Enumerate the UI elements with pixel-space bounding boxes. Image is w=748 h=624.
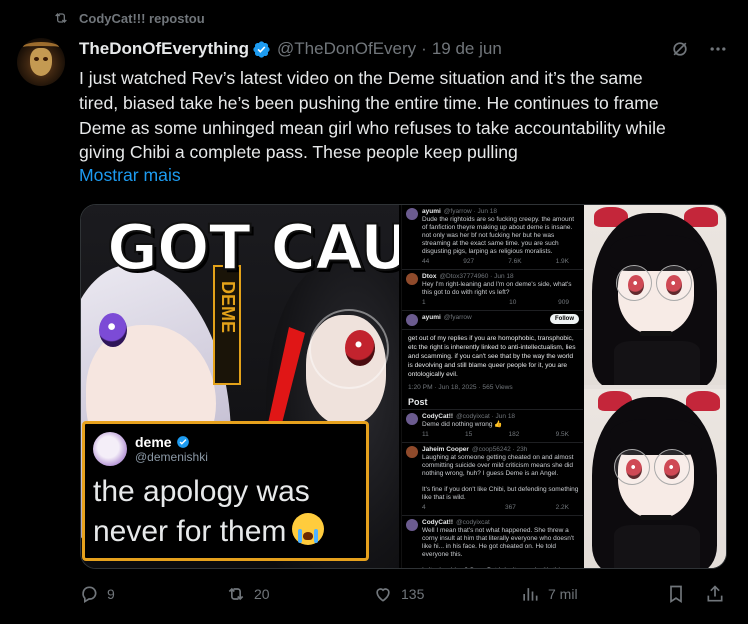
views-icon	[523, 588, 538, 601]
share-icon	[707, 585, 723, 602]
media-image-middle[interactable]: ayumi @fyarrow · Jun 18 Dude the rightoids…	[401, 205, 583, 568]
media-image-left[interactable]: DEME GOT CAUG deme @demenishki the apolo…	[81, 205, 399, 568]
screenshot-author: ayumi	[422, 314, 441, 321]
tweet-header: TheDonOfEverything @TheDonOfEvery · 19 d…	[79, 39, 728, 59]
repost-button[interactable]: 20	[226, 584, 270, 604]
quoted-avatar	[93, 432, 127, 466]
screenshot-action-count: 909	[558, 299, 569, 306]
tweet-date[interactable]: 19 de jun	[432, 39, 502, 59]
quoted-text: the apology was never for them	[93, 475, 310, 548]
screenshot-tweet: ayumi @fyarrow · Jun 18 Dude the rightoids…	[402, 205, 583, 270]
screenshot-action-count: 1	[422, 299, 426, 306]
thumbnail-headline: GOT CAUG	[106, 210, 399, 285]
screenshot-action-count: 927	[463, 258, 475, 265]
follow-button: Follow	[550, 314, 579, 324]
separator: ·	[421, 39, 427, 58]
screenshot-avatar	[406, 273, 418, 285]
screenshot-action-count: 44	[422, 258, 430, 265]
character-portrait-bottom	[584, 389, 726, 568]
show-more-link[interactable]: Mostrar mais	[79, 165, 181, 186]
screenshot-author: CodyCat!!	[422, 519, 454, 526]
crying-emoji-icon	[292, 513, 325, 545]
screenshot-action-count: 182	[508, 431, 520, 438]
screenshot-action-count: 10	[509, 299, 517, 306]
screenshot-author: Dtox	[422, 273, 437, 280]
screenshot-action-count: 2.2K	[555, 504, 569, 511]
screenshot-action-count: 15	[465, 431, 473, 438]
repost-indicator[interactable]: CodyCat!!! repostou	[53, 10, 205, 26]
share-button[interactable]	[705, 584, 725, 604]
screenshot-action-count: 367	[505, 504, 516, 511]
reply-count: 9	[107, 586, 115, 602]
more-icon[interactable]	[708, 39, 728, 59]
screenshot-text: Well I mean that's not what happened. Sh…	[422, 527, 574, 568]
screenshot-meta: @Dtox37774960 · Jun 18	[439, 273, 514, 280]
quoted-handle: @demenishki	[135, 450, 208, 464]
tweet-media[interactable]: DEME GOT CAUG deme @demenishki the apolo…	[80, 204, 727, 569]
quoted-post-card: deme @demenishki the apology was never f…	[82, 421, 369, 561]
reply-button[interactable]: 9	[79, 584, 115, 604]
like-count: 135	[401, 586, 425, 602]
screenshot-text: Hey I'm right-leaning and I'm on deme's …	[422, 281, 572, 296]
bookmark-icon	[670, 585, 682, 604]
screenshot-action-count: 1.9K	[555, 258, 569, 265]
screenshot-meta: @fyarrow · Jun 18	[443, 208, 497, 215]
author-name[interactable]: TheDonOfEverything	[79, 39, 249, 59]
screenshot-author: Jaheim Cooper	[422, 446, 469, 453]
screenshot-avatar	[406, 519, 418, 531]
bookmark-button[interactable]	[666, 584, 686, 604]
screenshot-avatar	[406, 446, 418, 458]
screenshot-action-count: 7.6K	[508, 258, 522, 265]
screenshot-tweet: CodyCat!! @codyixcat · Jun 18 Deme did not…	[402, 410, 583, 443]
tweet-text: I just watched Rev’s latest video on the…	[79, 68, 666, 163]
like-button[interactable]: 135	[373, 584, 424, 604]
screenshot-action-count: 11	[422, 431, 429, 438]
screenshot-meta: @fyarrow	[443, 314, 472, 321]
screenshot-meta: @codyixcat	[456, 519, 490, 526]
verified-badge-icon	[176, 436, 189, 448]
character-portrait-top	[584, 205, 726, 385]
repost-icon	[55, 13, 67, 23]
screenshot-avatar	[406, 208, 418, 220]
repost-icon	[228, 587, 244, 601]
screenshot-author: CodyCat!!	[422, 413, 454, 420]
screenshot-author: ayumi	[422, 208, 441, 215]
author-handle[interactable]: @TheDonOfEvery	[277, 39, 416, 59]
quoted-name: deme	[135, 434, 172, 450]
screenshot-tweet: Jaheim Cooper @coop56242 · 23h Laughing at…	[402, 443, 583, 516]
screenshot-avatar	[406, 314, 418, 326]
screenshot-text: Laughing at someone getting cheated on a…	[422, 454, 579, 501]
repost-text: CodyCat!!! repostou	[79, 10, 205, 26]
views-button[interactable]: 7 mil	[520, 584, 578, 604]
reply-icon	[82, 586, 97, 603]
screenshot-avatar	[406, 413, 418, 425]
screenshot-meta: @codyixcat · Jun 18	[456, 413, 516, 420]
screenshot-tweet: CodyCat!! @codyixcat Well I mean that's no…	[402, 516, 583, 568]
screenshot-text: Deme did nothing wrong 👍	[422, 421, 503, 428]
grok-icon[interactable]	[670, 39, 690, 59]
post-label: Post	[402, 396, 583, 410]
screenshot-tweet: Dtox @Dtox37774960 · Jun 18 Hey I'm right-…	[402, 270, 583, 311]
media-image-right[interactable]	[584, 205, 726, 568]
verified-badge-icon[interactable]	[252, 40, 271, 59]
screenshot-meta: @coop56242 · 23h	[471, 446, 528, 453]
author-avatar[interactable]	[17, 38, 65, 86]
views-count: 7 mil	[548, 586, 578, 602]
screenshot-text: Dude the rightoids are so fucking creepy…	[422, 216, 574, 255]
screenshot-action-count: 4	[422, 504, 426, 511]
screenshot-tweet: ayumi @fyarrow Follow	[402, 311, 583, 330]
heart-icon	[376, 588, 390, 602]
character-eye	[99, 313, 127, 347]
screenshot-action-count: 9.5K	[555, 431, 569, 438]
repost-count: 20	[254, 586, 270, 602]
screenshot-reply: get out of my replies if you are homopho…	[408, 335, 576, 391]
action-bar: 9 20 135 7 mil	[79, 584, 729, 610]
